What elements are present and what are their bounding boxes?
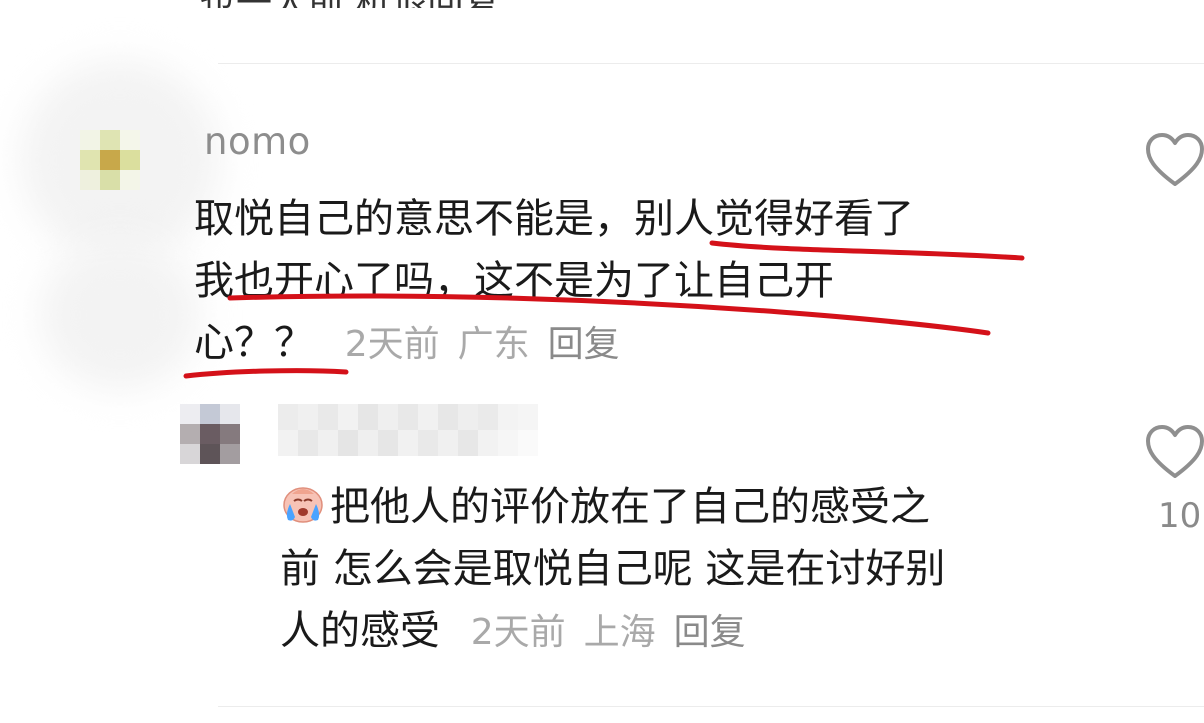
reply-line: 把他人的评价放在了自己的感受之 <box>330 484 930 530</box>
reply-time: 2天前 <box>470 612 566 653</box>
reply-body: 把他人的评价放在了自己的感受之 前 怎么会是取悦自己呢 这是在讨好别 人的感受 … <box>280 476 1080 664</box>
crying-face-icon <box>283 487 323 523</box>
background-blur <box>40 240 200 390</box>
reply-line: 前 怎么会是取悦自己呢 这是在讨好别 <box>280 546 946 592</box>
heart-icon[interactable] <box>1145 424 1204 480</box>
avatar[interactable] <box>80 130 140 190</box>
reply-first-line: 把他人的评价放在了自己的感受之 <box>280 476 1080 538</box>
like-count: 10 <box>1158 496 1202 536</box>
comment-line: 取悦自己的意思不能是，别人觉得好看了 <box>194 196 914 242</box>
reply-username-redacted <box>278 404 540 456</box>
heart-icon[interactable] <box>1145 132 1204 188</box>
reply-location: 上海 <box>583 612 656 653</box>
reply-last-line: 人的感受 2天前 上海 回复 <box>280 600 1080 664</box>
reply-button[interactable]: 回复 <box>548 324 620 365</box>
comment-time: 2天前 <box>344 324 440 365</box>
divider <box>218 706 1204 707</box>
comment-meta: 2天前 广东 回复 <box>327 324 620 365</box>
comment-last-line: 心？？ 2天前 广东 回复 <box>194 312 1094 376</box>
comment-location: 广东 <box>457 324 530 365</box>
reply-avatar[interactable] <box>180 404 240 464</box>
comment-username[interactable]: nomo <box>204 120 311 163</box>
comment-body: 取悦自己的意思不能是，别人觉得好看了 我也开心了吗，这不是为了让自己开 心？？ … <box>194 188 1094 376</box>
comment-line: 心？？ <box>194 320 314 366</box>
comment-line: 我也开心了吗，这不是为了让自己开 <box>194 258 834 304</box>
reply-line: 人的感受 <box>280 608 440 654</box>
divider <box>218 63 1204 64</box>
previous-comment-text: 也一人前 杭退回复 <box>200 0 580 8</box>
reply-meta: 2天前 上海 回复 <box>453 612 746 653</box>
reply-button[interactable]: 回复 <box>674 612 746 653</box>
